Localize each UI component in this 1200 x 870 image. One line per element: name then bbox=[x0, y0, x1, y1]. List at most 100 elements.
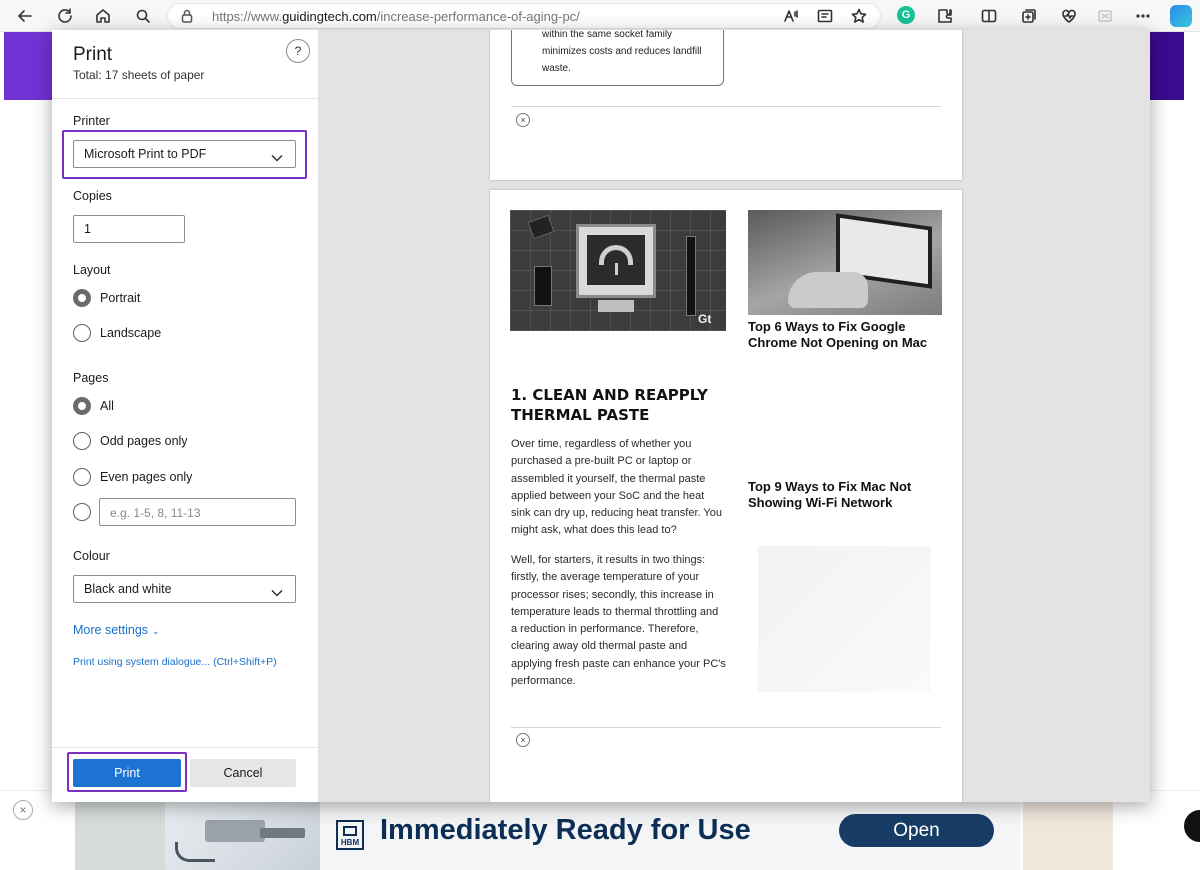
collections-icon[interactable] bbox=[1017, 4, 1041, 28]
pages-option-custom[interactable] bbox=[73, 502, 91, 522]
layout-option-label: Portrait bbox=[100, 291, 141, 305]
pages-option-label: All bbox=[100, 399, 114, 413]
pages-option-odd[interactable]: Odd pages only bbox=[73, 431, 188, 451]
refresh-icon[interactable] bbox=[53, 4, 77, 28]
placeholder-image bbox=[758, 546, 931, 692]
close-circle-icon: × bbox=[516, 733, 530, 747]
back-icon[interactable] bbox=[13, 4, 37, 28]
more-options-icon[interactable] bbox=[1131, 4, 1155, 28]
footer-divider bbox=[52, 747, 318, 748]
ad-side-image-left bbox=[75, 802, 165, 870]
browser-essentials-icon[interactable] bbox=[1057, 4, 1081, 28]
copies-label: Copies bbox=[73, 189, 112, 203]
close-glyph: × bbox=[520, 735, 526, 745]
printer-select[interactable]: Microsoft Print to PDF bbox=[73, 140, 296, 168]
printer-label: Printer bbox=[73, 114, 110, 128]
print-dialog: Print Total: 17 sheets of paper ? Printe… bbox=[52, 30, 1150, 802]
hbm-logo-text: HBM bbox=[340, 838, 360, 847]
pages-option-even[interactable]: Even pages only bbox=[73, 467, 192, 487]
gauge-needle bbox=[615, 263, 618, 275]
split-screen-icon[interactable] bbox=[977, 4, 1001, 28]
app-available-icon[interactable] bbox=[813, 4, 837, 28]
copies-input[interactable]: 1 bbox=[73, 215, 185, 243]
lock-icon[interactable] bbox=[180, 9, 194, 23]
copilot-icon[interactable] bbox=[1170, 5, 1192, 27]
help-button[interactable]: ? bbox=[286, 39, 310, 63]
close-glyph: × bbox=[520, 115, 526, 125]
print-button[interactable]: Print bbox=[73, 759, 181, 787]
layout-option-landscape[interactable]: Landscape bbox=[73, 323, 161, 343]
sheet-total: Total: 17 sheets of paper bbox=[73, 68, 205, 82]
home-icon[interactable] bbox=[91, 4, 115, 28]
radio-checked-icon[interactable] bbox=[73, 397, 91, 415]
colour-select[interactable]: Black and white bbox=[73, 575, 296, 603]
more-settings-label: More settings bbox=[73, 623, 149, 637]
ad-product-body bbox=[205, 820, 265, 842]
image-syringe bbox=[686, 236, 696, 316]
more-settings-link[interactable]: More settings ⌄ bbox=[73, 623, 160, 637]
related-article-title: Top 9 Ways to Fix Mac Not Showing Wi-Fi … bbox=[748, 479, 912, 510]
ad-close-icon[interactable]: × bbox=[13, 800, 33, 820]
page-header-strip-left bbox=[4, 32, 52, 100]
card-line: waste. bbox=[542, 63, 571, 74]
ad-product-image[interactable] bbox=[165, 802, 320, 870]
layout-label: Layout bbox=[73, 263, 111, 277]
radio-unchecked-icon[interactable] bbox=[73, 468, 91, 486]
gauge-icon bbox=[599, 245, 633, 265]
card-line: within the same socket family bbox=[542, 30, 673, 40]
article-paragraph: Over time, regardless of whether you pur… bbox=[511, 438, 722, 537]
radio-unchecked-icon[interactable] bbox=[73, 432, 91, 450]
pages-label: Pages bbox=[73, 371, 109, 385]
radio-checked-icon[interactable] bbox=[73, 289, 91, 307]
laptop-photo bbox=[748, 210, 942, 315]
radio-unchecked-icon[interactable] bbox=[73, 324, 91, 342]
print-preview-area[interactable]: within the same socket family minimizes … bbox=[318, 30, 1150, 802]
page-range-input[interactable]: e.g. 1-5, 8, 11-13 bbox=[99, 498, 296, 526]
chevron-down-icon bbox=[271, 584, 283, 597]
article-paragraph: Well, for starters, it results in two th… bbox=[511, 554, 726, 688]
search-icon[interactable] bbox=[131, 4, 155, 28]
favorite-star-icon[interactable] bbox=[847, 4, 871, 28]
heading-line: THERMAL PASTE bbox=[511, 406, 650, 424]
image-memory-chip bbox=[534, 266, 552, 306]
page-header-strip-right bbox=[1150, 32, 1184, 100]
pages-option-label: Odd pages only bbox=[100, 434, 188, 448]
help-glyph: ? bbox=[294, 44, 302, 58]
hbm-logo: HBM bbox=[336, 820, 364, 850]
hand-shape bbox=[788, 272, 868, 308]
grammarly-letter: G bbox=[901, 9, 911, 21]
heading-line: 1. CLEAN AND REAPPLY bbox=[511, 386, 708, 404]
printer-value: Microsoft Print to PDF bbox=[84, 147, 207, 161]
ad-open-button[interactable]: Open bbox=[839, 814, 994, 847]
layout-option-label: Landscape bbox=[100, 326, 162, 340]
colour-label: Colour bbox=[73, 549, 110, 563]
preview-page-1: within the same socket family minimizes … bbox=[490, 30, 962, 180]
system-dialog-link[interactable]: Print using system dialogue... (Ctrl+Shi… bbox=[73, 656, 277, 668]
panel-divider bbox=[52, 98, 318, 99]
ad-main-panel[interactable]: HBM Immediately Ready for Use Open bbox=[320, 802, 1020, 870]
url-domain: guidingtech.com bbox=[282, 9, 377, 24]
grammarly-extension-icon[interactable]: G bbox=[897, 6, 915, 24]
url-prefix: https://www. bbox=[212, 9, 283, 24]
url-text[interactable]: https://www.guidingtech.com/increase-per… bbox=[212, 9, 580, 24]
page-separator-line bbox=[511, 106, 941, 107]
cancel-button[interactable]: Cancel bbox=[190, 759, 296, 787]
address-bar[interactable]: https://www.guidingtech.com/increase-per… bbox=[167, 3, 881, 29]
copies-value: 1 bbox=[84, 222, 91, 236]
preview-page-2: Gt Top 6 Ways to Fix Google Chrome Not O… bbox=[490, 190, 962, 802]
related-article-title: Top 6 Ways to Fix Google Chrome Not Open… bbox=[748, 319, 928, 350]
pages-option-label: Even pages only bbox=[100, 470, 193, 484]
radio-unchecked-icon[interactable] bbox=[73, 503, 91, 521]
pages-option-all[interactable]: All bbox=[73, 396, 114, 416]
chevron-down-icon bbox=[271, 149, 283, 162]
ad-close-glyph: × bbox=[19, 803, 27, 817]
spec-card: within the same socket family minimizes … bbox=[511, 30, 724, 86]
colour-value: Black and white bbox=[84, 582, 172, 596]
extensions-icon[interactable] bbox=[933, 4, 957, 28]
disabled-extension-icon[interactable] bbox=[1093, 4, 1117, 28]
close-circle-icon: × bbox=[516, 113, 530, 127]
layout-option-portrait[interactable]: Portrait bbox=[73, 288, 140, 308]
read-aloud-icon[interactable] bbox=[779, 4, 803, 28]
page-range-placeholder: e.g. 1-5, 8, 11-13 bbox=[110, 506, 201, 520]
article-heading: 1. CLEAN AND REAPPLY THERMAL PASTE bbox=[511, 385, 726, 425]
